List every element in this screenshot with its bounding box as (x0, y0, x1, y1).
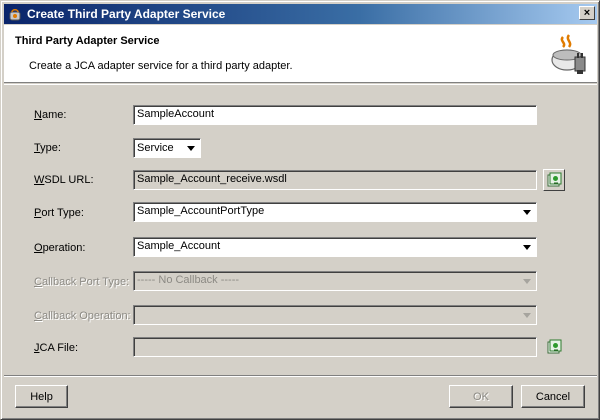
adapter-icon (9, 9, 21, 21)
jca-file-field[interactable] (133, 337, 537, 357)
type-label: Type: (34, 142, 61, 154)
wsdl-url-field[interactable]: Sample_Account_receive.wsdl (133, 170, 537, 190)
type-select[interactable]: Service (133, 138, 201, 158)
callback-operation-select[interactable] (133, 305, 537, 325)
port-type-label: Port Type: (34, 207, 84, 219)
operation-label: Operation: (34, 242, 86, 254)
chevron-down-icon[interactable] (519, 307, 535, 323)
wsdl-browse-button[interactable] (543, 169, 565, 191)
ok-button[interactable]: OK (449, 385, 513, 408)
wsdl-url-label: WSDL URL: (34, 174, 94, 186)
name-input[interactable]: SampleAccount (133, 105, 537, 125)
window-title: Create Third Party Adapter Service (27, 7, 226, 21)
jca-file-label: JCA File: (34, 342, 79, 354)
close-button[interactable]: × (579, 6, 595, 20)
port-type-select[interactable]: Sample_AccountPortType (133, 202, 537, 222)
type-select-value: Service (137, 142, 174, 154)
callback-port-type-value: ----- No Callback ----- (137, 274, 240, 286)
dialog-window: Create Third Party Adapter Service × Thi… (0, 0, 600, 420)
header-title: Third Party Adapter Service (15, 35, 160, 47)
cancel-button[interactable]: Cancel (521, 385, 585, 408)
operation-select[interactable]: Sample_Account (133, 237, 537, 257)
help-button[interactable]: Help (15, 385, 68, 408)
chevron-down-icon[interactable] (519, 239, 535, 255)
browse-icon (547, 172, 562, 187)
header-description: Create a JCA adapter service for a third… (29, 60, 293, 72)
adapter-plug-icon (551, 34, 586, 74)
chevron-down-icon[interactable] (183, 140, 199, 156)
jca-browse-button[interactable] (543, 336, 565, 358)
title-bar[interactable]: Create Third Party Adapter Service × (4, 4, 597, 24)
header-panel: Third Party Adapter Service Create a JCA… (4, 25, 597, 83)
callback-port-type-select[interactable]: ----- No Callback ----- (133, 271, 537, 291)
callback-operation-label: Callback Operation: (34, 310, 131, 322)
header-separator (4, 84, 597, 85)
port-type-value: Sample_AccountPortType (137, 205, 265, 217)
chevron-down-icon[interactable] (519, 204, 535, 220)
name-label: Name: (34, 109, 67, 121)
browse-icon (547, 339, 562, 354)
footer-separator (4, 375, 597, 377)
callback-port-type-label: Callback Port Type: (34, 276, 130, 288)
chevron-down-icon[interactable] (519, 273, 535, 289)
operation-value: Sample_Account (137, 240, 221, 252)
